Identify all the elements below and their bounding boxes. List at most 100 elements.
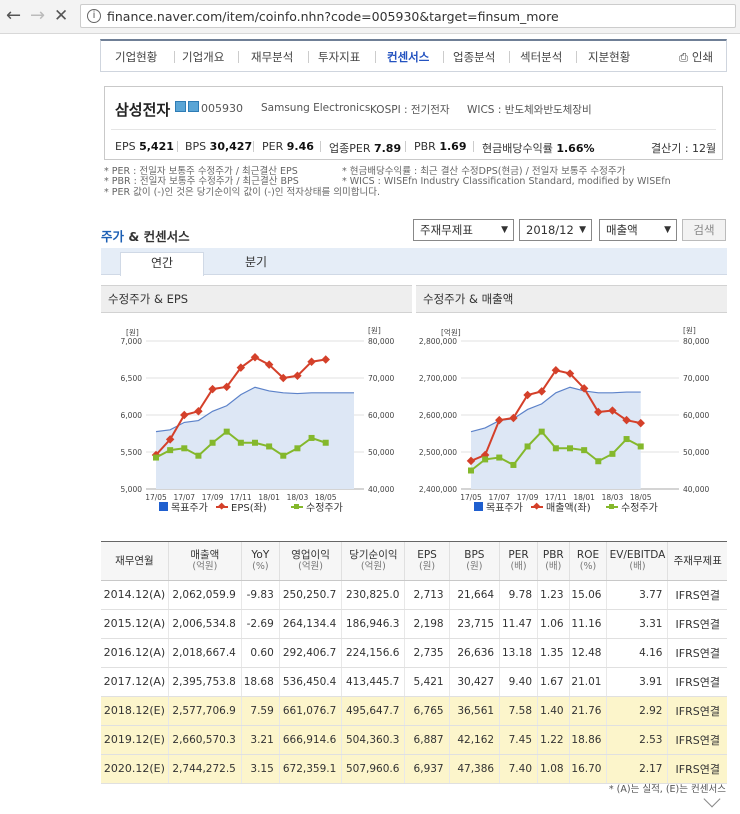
info-icon[interactable]: i — [87, 9, 101, 23]
column-header: EPS (원) — [404, 542, 450, 581]
table-cell: 666,914.6 — [278, 725, 342, 755]
search-button[interactable]: 검색 — [682, 219, 726, 241]
table-row: 2020.12(E) 2,744,272.5 3.15 672,359.1 507,96… — [101, 754, 727, 784]
legend-marker — [294, 504, 299, 509]
y-tick-label-left: 2,800,000 — [419, 337, 457, 346]
x-tick-label: 17/11 — [545, 493, 567, 502]
company-name: 삼성전자 — [115, 101, 171, 119]
table-cell: 2,660,570.3 — [167, 725, 242, 755]
table-cell: 672,359.1 — [278, 754, 342, 784]
data-point — [496, 454, 503, 461]
y-axis-unit-left: [억원] — [441, 328, 461, 337]
table-cell: IFRS연결 — [667, 754, 727, 784]
table-cell: 2015.12(A) — [101, 609, 169, 639]
table-cell: 3.21 — [240, 725, 280, 755]
divider — [111, 129, 716, 130]
y-tick-label-right: 60,000 — [683, 411, 709, 420]
consensus-table: 재무연월 매출액 (억원) YoY (%) 영업이익 (억원) 당기순이익 (억원) EPS (원)… — [101, 542, 727, 784]
table-cell: 3.91 — [606, 667, 668, 697]
y-tick-label-right: 80,000 — [683, 337, 709, 346]
note-negative-per: * PER 값이 (-)인 것은 당기순이익 값이 (-)인 적자상태를 의미합… — [104, 187, 380, 198]
data-point — [524, 443, 531, 450]
data-point — [637, 443, 644, 450]
pbr-label: PBR — [414, 140, 436, 153]
column-header-unit: (원) — [418, 560, 436, 572]
table-cell: 21.01 — [568, 667, 607, 697]
table-cell: 30,427 — [448, 667, 500, 697]
table-cell: 507,960.6 — [341, 754, 405, 784]
table-header-row: 재무연월 매출액 (억원) YoY (%) 영업이익 (억원) 당기순이익 (억원) EPS (원)… — [101, 542, 727, 581]
data-point — [552, 445, 559, 452]
table-cell: 1.06 — [537, 609, 570, 639]
target-price-area — [156, 387, 354, 489]
column-header-unit: (억원) — [298, 560, 324, 572]
y-tick-label-right: 70,000 — [683, 374, 709, 383]
y-tick-label-right: 80,000 — [368, 337, 394, 346]
data-point — [153, 454, 159, 461]
industry-per-label: 업종PER — [329, 142, 371, 155]
chevron-down-icon: ▼ — [664, 225, 671, 235]
column-header: BPS (원) — [448, 542, 500, 581]
table-cell: IFRS연결 — [667, 638, 727, 668]
table-cell: 536,450.4 — [278, 667, 342, 697]
table-cell: -2.69 — [240, 609, 280, 639]
per-label: PER — [262, 140, 284, 153]
table-row: 2018.12(E) 2,577,706.9 7.59 661,076.7 495,64… — [101, 696, 727, 726]
stat-divider — [177, 141, 178, 152]
column-header-unit: (억원) — [360, 560, 386, 572]
table-row: 2019.12(E) 2,660,570.3 3.21 666,914.6 504,36… — [101, 725, 727, 755]
y-tick-label-right: 40,000 — [368, 485, 394, 494]
column-header-label: 매출액 — [190, 548, 220, 561]
y-tick-label-left: 6,500 — [121, 374, 143, 383]
table-cell: 23,715 — [448, 609, 500, 639]
table-cell: 4.16 — [606, 638, 668, 668]
tab-company-overview[interactable]: 기업개요 — [182, 49, 224, 65]
tab-investment-index[interactable]: 투자지표 — [318, 49, 360, 65]
chart1-header: 수정주가 & EPS — [101, 285, 412, 313]
forward-icon[interactable]: → — [30, 6, 45, 26]
y-tick-label-right: 60,000 — [368, 411, 394, 420]
table-cell: 12.48 — [568, 638, 607, 668]
column-header-label: 재무연월 — [115, 554, 154, 567]
pbr-value: 1.69 — [439, 140, 467, 153]
dividend-value: 1.66% — [556, 142, 595, 155]
data-point — [280, 452, 287, 459]
data-point — [510, 461, 517, 468]
back-icon[interactable]: ← — [6, 6, 21, 26]
x-tick-label: 17/05 — [460, 493, 482, 502]
tab-sector-analysis[interactable]: 섹터분석 — [520, 49, 562, 65]
statement-select[interactable]: 주재무제표 ▼ — [413, 219, 514, 241]
tab-quarterly[interactable]: 분기 — [214, 252, 298, 276]
column-header: ROE (%) — [568, 542, 607, 581]
data-point — [180, 410, 189, 420]
x-tick-label: 17/05 — [145, 493, 167, 502]
industry-per-stat: 업종PER 7.89 — [329, 140, 401, 156]
table-cell: 250,250.7 — [278, 580, 342, 610]
item-select[interactable]: 매출액 ▼ — [599, 219, 677, 241]
tab-financial-analysis[interactable]: 재무분석 — [251, 49, 293, 65]
print-button[interactable]: ⎙ 인쇄 — [679, 49, 713, 65]
close-icon[interactable]: ✕ — [54, 6, 68, 26]
table-body: 2014.12(A) 2,062,059.9 -9.83 250,250.7 230,8… — [101, 580, 727, 784]
period-select-value: 2018/12 — [526, 223, 574, 237]
table-cell: -9.83 — [240, 580, 280, 610]
url-text[interactable]: finance.naver.com/item/coinfo.nhn?code=0… — [107, 9, 559, 24]
column-header-label: PBR — [542, 548, 564, 561]
tab-industry-analysis[interactable]: 업종분석 — [453, 49, 495, 65]
column-header-unit: (%) — [252, 560, 269, 572]
legend-label: 목표주가 — [486, 502, 523, 514]
tab-shareholding[interactable]: 지분현황 — [588, 49, 630, 65]
tab-annual[interactable]: 연간 — [120, 252, 204, 276]
period-select[interactable]: 2018/12 ▼ — [519, 219, 592, 241]
tab-consensus[interactable]: 컨센서스 — [387, 49, 429, 65]
industry-per-value: 7.89 — [373, 142, 402, 155]
data-point — [567, 445, 573, 452]
market-info: KOSPI : 전기전자 — [370, 104, 450, 116]
x-tick-label: 17/07 — [173, 493, 195, 502]
column-header-unit: (원) — [466, 560, 483, 572]
tab-company-status[interactable]: 기업현황 — [115, 49, 157, 65]
table-cell: 13.18 — [499, 638, 538, 668]
address-bar[interactable]: i finance.naver.com/item/coinfo.nhn?code… — [80, 4, 736, 28]
note-wics: * WICS : WISEfn Industry Classification … — [342, 176, 671, 187]
column-header-unit: (배) — [545, 560, 562, 572]
